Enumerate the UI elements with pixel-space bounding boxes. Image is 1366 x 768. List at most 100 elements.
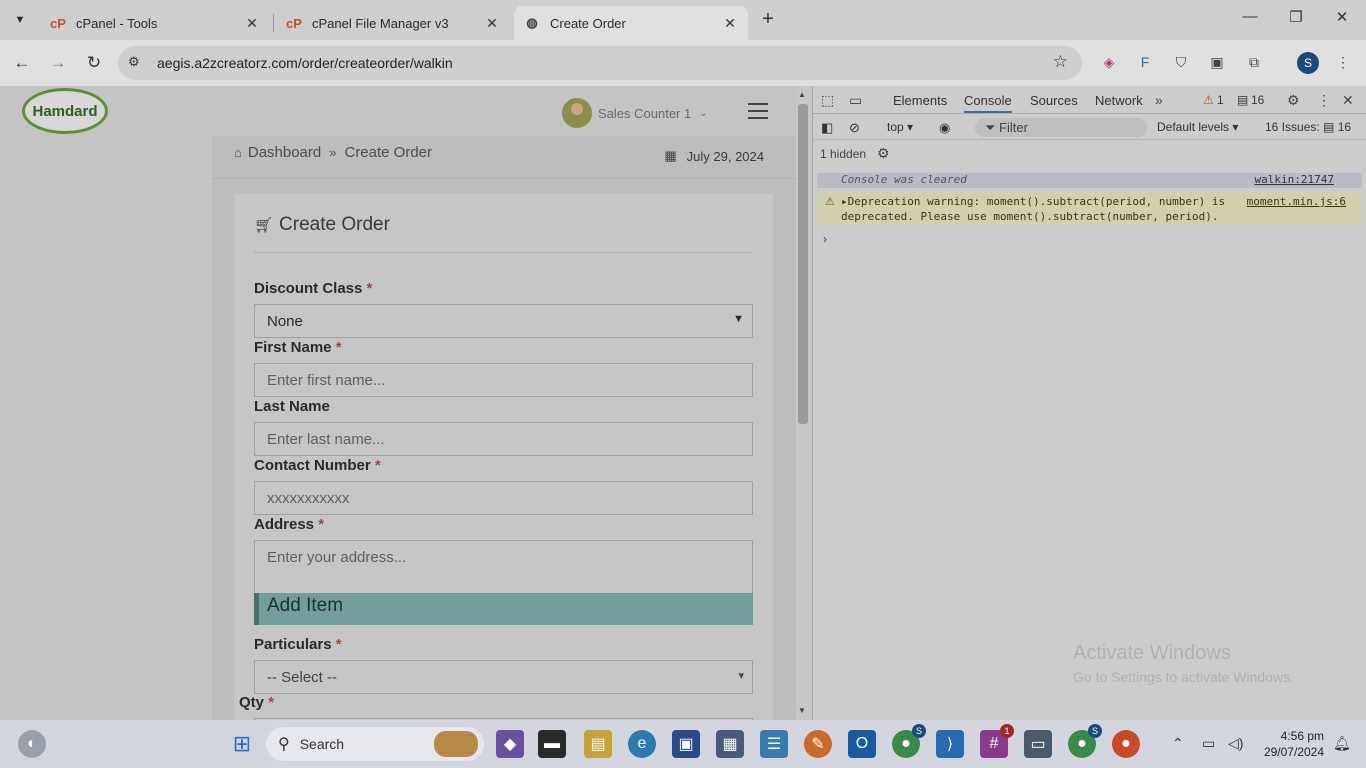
new-tab-button[interactable]: +: [756, 8, 780, 32]
minimize-icon[interactable]: —: [1238, 8, 1262, 25]
site-info-icon[interactable]: ⚙: [128, 54, 140, 70]
slack-icon[interactable]: 1 #: [980, 724, 1014, 758]
tab-create-order[interactable]: ◍ Create Order ✕: [514, 6, 748, 40]
last-name-label: Last Name: [254, 398, 330, 415]
clock-date: 29/07/2024: [1263, 745, 1324, 759]
network-app-icon[interactable]: ▦: [716, 730, 744, 758]
address-bar[interactable]: ⚙ aegis.a2zcreatorz.com/order/createorde…: [118, 46, 1082, 80]
chrome-icon[interactable]: S ●: [892, 724, 926, 758]
extension-icon[interactable]: F: [1135, 52, 1155, 72]
taskbar-search[interactable]: ⚲ Search: [266, 727, 484, 761]
user-menu[interactable]: Sales Counter 1 ⌄: [562, 98, 708, 128]
address-textarea[interactable]: Enter your address...: [254, 540, 753, 594]
chrome-profile-badge: S: [1088, 724, 1102, 738]
warning-text-line2: deprecated. Please use moment().subtract…: [841, 210, 1219, 223]
tab-search-button[interactable]: ▼: [8, 8, 32, 32]
puzzle-extensions-icon[interactable]: ⧉: [1244, 52, 1264, 72]
tab-elements[interactable]: Elements: [893, 93, 947, 108]
forward-icon[interactable]: →: [47, 52, 69, 74]
filter-input[interactable]: ⏷ Filter: [975, 118, 1147, 137]
postman-icon[interactable]: ✎: [804, 730, 832, 758]
contact-number-label: Contact Number *: [254, 457, 381, 474]
warning-count[interactable]: 1: [1217, 93, 1224, 107]
url-text[interactable]: aegis.a2zcreatorz.com/order/createorder/…: [157, 55, 453, 71]
terminal-icon[interactable]: ▬: [538, 730, 566, 758]
clear-console-icon[interactable]: ⊘: [849, 120, 860, 136]
system-clock[interactable]: 4:56 pm 29/07/2024: [1260, 728, 1324, 760]
close-tab-icon[interactable]: ✕: [722, 15, 738, 32]
close-window-icon[interactable]: ✕: [1330, 8, 1354, 26]
tab-console[interactable]: Console: [964, 93, 1012, 113]
hamburger-menu-icon[interactable]: [748, 103, 768, 124]
tab-cpanel-tools[interactable]: cP cPanel - Tools ✕: [40, 6, 270, 40]
tab-sources[interactable]: Sources: [1030, 93, 1078, 108]
network-icon[interactable]: ▭: [1202, 735, 1215, 752]
close-devtools-icon[interactable]: ✕: [1342, 92, 1354, 109]
last-name-field[interactable]: Enter last name...: [254, 422, 753, 456]
log-levels-select[interactable]: Default levels ▾: [1157, 120, 1238, 134]
add-item-heading: Add Item: [254, 593, 753, 625]
copilot-icon[interactable]: ◆: [496, 730, 524, 758]
source-link[interactable]: walkin:21747: [1255, 173, 1334, 186]
edge-icon[interactable]: e: [628, 730, 656, 758]
more-options-icon[interactable]: ⋮: [1317, 92, 1331, 109]
shield-extension-icon[interactable]: ⛉: [1171, 52, 1191, 72]
chrome-icon[interactable]: ●: [1112, 730, 1140, 758]
search-label: Search: [299, 736, 345, 752]
first-name-field[interactable]: Enter first name...: [254, 363, 753, 397]
vscode-icon[interactable]: ⟩: [936, 730, 964, 758]
store-icon[interactable]: ▣: [672, 730, 700, 758]
restore-icon[interactable]: ❐: [1284, 8, 1308, 26]
outlook-icon[interactable]: O: [848, 730, 876, 758]
chrome-profile-badge: S: [912, 724, 926, 738]
console-prompt[interactable]: ›: [823, 232, 827, 246]
image-extension-icon[interactable]: ▣: [1207, 52, 1227, 72]
device-toolbar-icon[interactable]: ▭: [849, 92, 862, 109]
scroll-up-icon[interactable]: ▲: [798, 90, 806, 99]
settings-gear-icon[interactable]: ⚙: [1287, 92, 1300, 109]
cart-icon: 🛒︎: [254, 217, 274, 234]
console-toolbar: ◧ ⊘ top ▾ ◉ ⏷ Filter Default levels ▾ 16…: [813, 114, 1366, 140]
tab-cpanel-file-manager[interactable]: cP cPanel File Manager v3 ✕: [276, 6, 510, 40]
page-scrollbar[interactable]: ▲ ▼: [796, 86, 812, 720]
particulars-select[interactable]: -- Select -- ▾: [254, 660, 753, 694]
close-tab-icon[interactable]: ✕: [484, 15, 500, 32]
tab-network[interactable]: Network: [1095, 93, 1143, 108]
issues-link[interactable]: 16 Issues: ▤ 16: [1265, 120, 1351, 134]
browser-menu-icon[interactable]: ⋮: [1333, 52, 1353, 72]
breadcrumb-dashboard[interactable]: Dashboard: [248, 144, 321, 161]
console-settings-icon[interactable]: ⚙: [877, 145, 890, 162]
warning-text-line1[interactable]: ▸Deprecation warning: moment().subtract(…: [841, 195, 1225, 208]
inspect-element-icon[interactable]: ⬚: [821, 92, 834, 109]
chevron-up-icon[interactable]: ⌃: [1172, 735, 1184, 752]
file-explorer-icon[interactable]: ▤: [584, 730, 612, 758]
bookmark-star-icon[interactable]: ☆: [1053, 52, 1068, 72]
context-select[interactable]: top ▾: [887, 120, 913, 134]
close-tab-icon[interactable]: ✕: [244, 15, 260, 32]
message-count[interactable]: 16: [1251, 93, 1264, 107]
extension-icon[interactable]: ◈: [1099, 52, 1119, 72]
eye-icon[interactable]: ◉: [939, 120, 950, 136]
filter-icon: ⏷: [985, 120, 1000, 135]
source-link[interactable]: moment.min.js:6: [1247, 195, 1346, 208]
widget-icon[interactable]: ◐: [18, 730, 46, 758]
reload-icon[interactable]: ↻: [83, 52, 105, 74]
notepad-icon[interactable]: ☰: [760, 730, 788, 758]
tab-title: cPanel - Tools: [76, 15, 158, 31]
contact-number-field[interactable]: xxxxxxxxxxx: [254, 481, 753, 515]
scroll-down-icon[interactable]: ▼: [798, 706, 806, 715]
back-icon[interactable]: ←: [11, 52, 33, 74]
volume-icon[interactable]: ◁): [1228, 735, 1243, 752]
profile-avatar[interactable]: S: [1297, 52, 1319, 74]
more-tabs-icon[interactable]: »: [1155, 92, 1163, 108]
notification-bell-icon[interactable]: 🔔︎: [1333, 735, 1351, 752]
start-windows-icon[interactable]: ⊞: [228, 730, 256, 758]
brand-logo[interactable]: Hamdard: [22, 88, 108, 134]
card-title-text: Create Order: [279, 214, 390, 235]
sidebar-toggle-icon[interactable]: ◧: [821, 120, 833, 136]
monitor-app-icon[interactable]: ▭: [1024, 730, 1052, 758]
chrome-icon[interactable]: S ●: [1068, 724, 1102, 758]
scrollbar-thumb[interactable]: [798, 104, 808, 424]
discount-class-select[interactable]: None ▼: [254, 304, 753, 338]
devtools-panel: ⬚ ▭ Elements Console Sources Network » ⚠…: [812, 86, 1366, 720]
